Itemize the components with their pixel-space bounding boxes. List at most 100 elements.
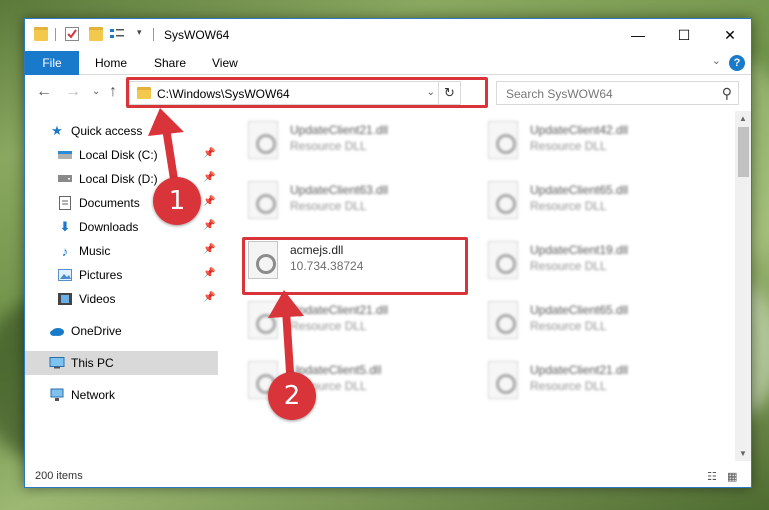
search-input[interactable]: Search SysWOW64 ⚲ [496, 81, 739, 105]
drive-icon [57, 171, 73, 187]
dll-file-icon [248, 301, 278, 339]
scroll-down-icon[interactable]: ▼ [739, 449, 747, 458]
pin-icon[interactable]: 📌 [203, 220, 215, 231]
sidebar-item-label: Documents [79, 196, 140, 210]
dll-file-icon [488, 241, 518, 279]
file-highlight [242, 237, 468, 295]
cloud-icon [49, 323, 65, 339]
title-bar: ▾ SysWOW64 — ☐ ✕ [25, 19, 751, 51]
sidebar-item-pictures[interactable]: Pictures 📌 [25, 263, 218, 287]
file-name: UpdateClient42.dll [530, 123, 629, 137]
dll-file-icon [488, 121, 518, 159]
step-badge-1: 1 [153, 177, 201, 225]
details-view-icon[interactable]: ☷ [707, 470, 721, 483]
properties-icon[interactable] [65, 27, 79, 41]
tab-view[interactable]: View [212, 56, 238, 70]
file-name: UpdateClient65.dll [530, 183, 629, 197]
dll-file-icon [248, 181, 278, 219]
videos-icon [57, 291, 73, 307]
separator [153, 28, 154, 41]
help-icon[interactable]: ? [729, 55, 745, 71]
vertical-scrollbar[interactable]: ▲ ▼ [735, 111, 751, 461]
step-badge-2: 2 [268, 372, 316, 420]
sidebar-item-quick-access[interactable]: ★ Quick access [25, 119, 218, 143]
pin-icon[interactable]: 📌 [203, 196, 215, 207]
pin-icon[interactable]: 📌 [203, 268, 215, 279]
view-options-icon[interactable] [109, 27, 127, 41]
list-item[interactable]: UpdateClient21.dll Resource DLL [240, 115, 470, 171]
forward-arrow-icon[interactable]: → [65, 84, 81, 100]
sidebar-item-label: Network [71, 388, 116, 402]
minimize-button[interactable]: — [615, 19, 661, 51]
file-description: Resource DLL [530, 259, 607, 273]
file-description: Resource DLL [530, 199, 607, 213]
back-arrow-icon[interactable]: ← [36, 84, 52, 100]
tab-file[interactable]: File [25, 51, 79, 75]
pin-icon[interactable]: 📌 [203, 148, 215, 159]
sidebar-item-label: Local Disk (D:) [79, 172, 158, 186]
pictures-icon [57, 267, 73, 283]
sidebar-item-label: Videos [79, 292, 116, 306]
large-icons-view-icon[interactable]: ▦ [727, 470, 741, 483]
tab-share[interactable]: Share [154, 56, 186, 70]
window-title: SysWOW64 [164, 28, 230, 42]
search-icon[interactable]: ⚲ [722, 85, 732, 102]
up-arrow-icon[interactable]: ↑ [109, 84, 117, 100]
dll-file-icon [248, 121, 278, 159]
new-folder-icon[interactable] [89, 27, 103, 41]
list-item[interactable]: UpdateClient65.dll Resource DLL [480, 295, 710, 351]
file-name: UpdateClient21.dll [290, 123, 389, 137]
file-name: UpdateClient63.dll [290, 183, 389, 197]
folder-icon [34, 27, 48, 41]
sidebar-item-label: Local Disk (C:) [79, 148, 158, 162]
sidebar-item-this-pc[interactable]: This PC [25, 351, 218, 375]
maximize-button[interactable]: ☐ [661, 19, 707, 51]
search-placeholder: Search SysWOW64 [506, 87, 613, 101]
expand-ribbon-icon[interactable]: ⌄ [712, 54, 721, 67]
navigation-pane: ★ Quick access Local Disk (C:) 📌 Local D… [25, 111, 218, 461]
sidebar-item-music[interactable]: ♪ Music 📌 [25, 239, 218, 263]
star-icon: ★ [51, 123, 63, 138]
sidebar-item-local-disk-c[interactable]: Local Disk (C:) 📌 [25, 143, 218, 167]
sidebar-item-label: Music [79, 244, 111, 258]
dll-file-icon [488, 181, 518, 219]
dll-file-icon [488, 361, 518, 399]
sidebar-item-videos[interactable]: Videos 📌 [25, 287, 218, 311]
customize-quick-access-icon[interactable]: ▾ [137, 27, 151, 41]
pin-icon[interactable]: 📌 [203, 172, 215, 183]
file-description: Resource DLL [290, 199, 367, 213]
sidebar-item-label: OneDrive [71, 324, 122, 338]
file-name: UpdateClient21.dll [530, 363, 629, 377]
status-bar: 200 items ☷ ▦ [25, 465, 751, 487]
separator [55, 28, 56, 41]
list-item[interactable]: UpdateClient21.dll Resource DLL [240, 295, 470, 351]
sidebar-item-label: Pictures [79, 268, 123, 282]
tab-home[interactable]: Home [95, 56, 127, 70]
list-item[interactable]: UpdateClient63.dll Resource DLL [240, 175, 470, 231]
sidebar-item-onedrive[interactable]: OneDrive [25, 319, 218, 343]
ribbon-tabs: File Home Share View ⌄ ? [25, 51, 751, 75]
scroll-up-icon[interactable]: ▲ [739, 114, 747, 123]
list-item[interactable]: UpdateClient19.dll Resource DLL [480, 235, 710, 291]
file-name: UpdateClient21.dll [290, 303, 389, 317]
network-icon [49, 387, 65, 403]
file-description: Resource DLL [530, 379, 607, 393]
recent-locations-icon[interactable]: ⌄ [92, 84, 100, 100]
sidebar-item-network[interactable]: Network [25, 383, 218, 407]
scroll-thumb[interactable] [738, 127, 749, 177]
documents-icon [57, 195, 73, 211]
list-item[interactable]: UpdateClient42.dll Resource DLL [480, 115, 710, 171]
list-item[interactable]: UpdateClient21.dll Resource DLL [480, 355, 710, 411]
download-icon: ⬇ [59, 219, 71, 234]
close-button[interactable]: ✕ [707, 19, 751, 51]
pin-icon[interactable]: 📌 [203, 292, 215, 303]
file-name: UpdateClient65.dll [530, 303, 629, 317]
file-name: UpdateClient19.dll [530, 243, 629, 257]
list-item[interactable]: UpdateClient65.dll Resource DLL [480, 175, 710, 231]
sidebar-item-label: This PC [71, 356, 114, 370]
drive-icon [57, 147, 73, 163]
pin-icon[interactable]: 📌 [203, 244, 215, 255]
file-description: Resource DLL [530, 139, 607, 153]
file-description: Resource DLL [290, 139, 367, 153]
computer-icon [49, 355, 65, 371]
